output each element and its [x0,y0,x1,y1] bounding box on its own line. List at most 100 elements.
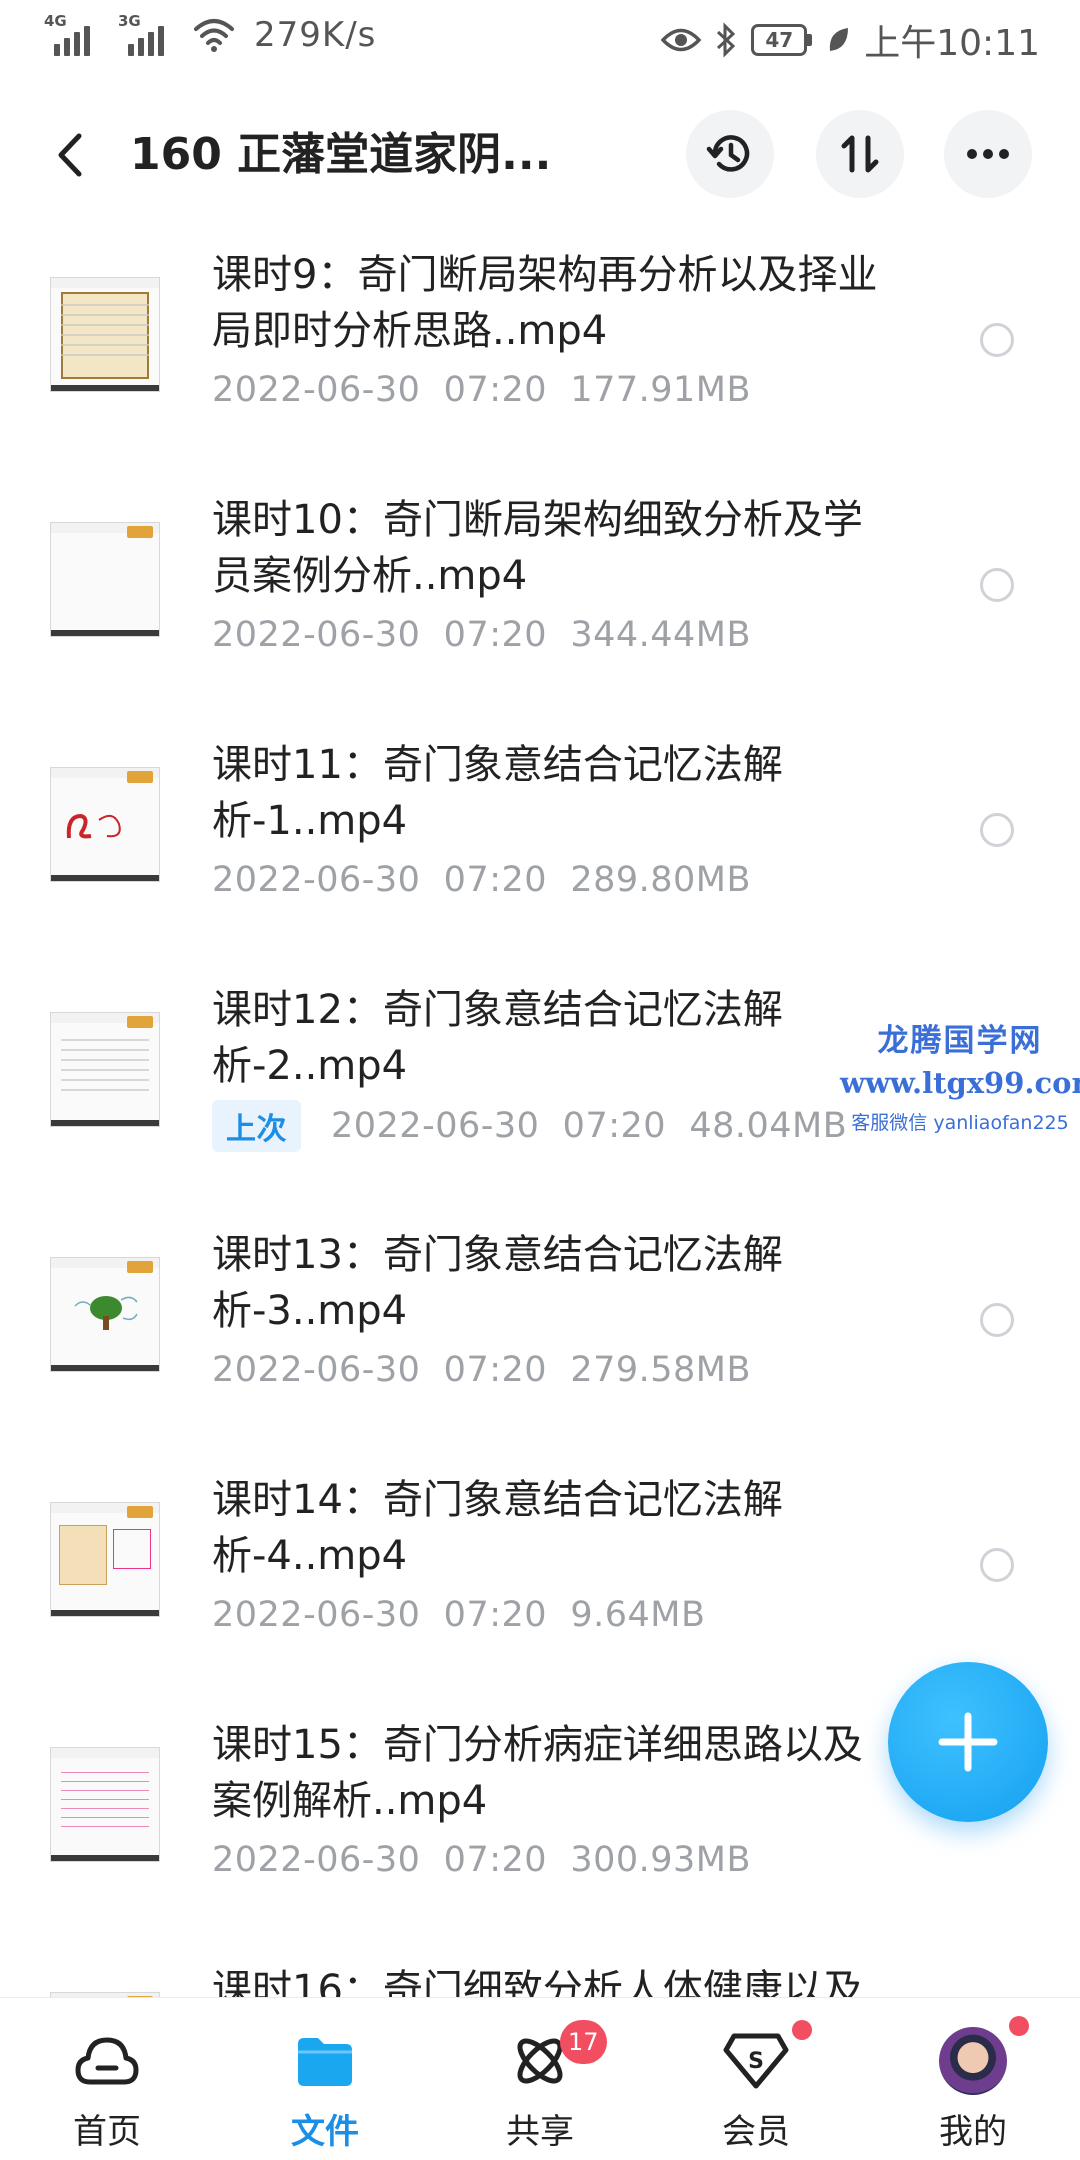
file-date: 2022-06-30 [212,1840,421,1880]
file-name: 课时10：奇门断局架构细致分析及学 员案例分析..mp4 [212,497,863,599]
file-row[interactable]: 课时9：奇门断局架构再分析以及择业 局即时分析思路..mp4 2022-06-3… [0,235,1080,480]
back-button[interactable] [40,120,100,190]
nav-label: 会员 [722,2112,790,2152]
video-thumbnail [50,1012,160,1127]
eye-icon [661,28,702,52]
file-name: 课时15：奇门分析病症详细思路以及 案例解析..mp4 [212,1722,863,1824]
wifi-icon [194,19,234,52]
more-button[interactable] [944,110,1032,198]
select-checkbox[interactable] [980,1303,1014,1337]
file-date: 2022-06-30 [212,1350,421,1390]
file-row[interactable]: 课时10：奇门断局架构细致分析及学 员案例分析..mp4 2022-06-30 … [0,480,1080,725]
network-speed: 279K/s [254,15,377,55]
file-date: 2022-06-30 [212,370,421,410]
clock: 上午10:11 [864,23,1040,64]
cloud-icon [75,2037,139,2085]
svg-text:S: S [748,2049,764,2074]
history-button[interactable] [686,110,774,198]
select-checkbox[interactable] [980,1548,1014,1582]
file-meta: 2022-06-30 07:20 344.44MB [212,615,751,655]
file-time: 07:20 [443,1595,548,1635]
file-meta: 2022-06-30 07:20 289.80MB [212,860,751,900]
video-thumbnail [50,277,160,392]
nav-label: 我的 [939,2112,1007,2152]
file-row[interactable]: 课时16：奇门细致分析人体健康以及 [0,1950,1080,1997]
sort-icon [841,135,879,173]
nav-home[interactable]: 首页 [17,1998,197,2160]
nav-files[interactable]: 文件 [235,1998,415,2160]
file-size: 300.93MB [570,1840,751,1880]
more-icon [967,149,1009,159]
add-button[interactable] [888,1662,1048,1822]
video-thumbnail [50,1747,160,1862]
battery-icon: 47 [751,24,813,56]
watermark-title: 龙腾国学网 [877,1023,1043,1059]
vip-notification-dot [792,2020,812,2040]
status-bar: 4G 3G 279K/s 47 上午10:11 [0,0,1080,80]
watermark: 龙腾国学网 www.ltgx99.com 客服微信 yanliaofan225 [840,1015,1080,1135]
file-time: 07:20 [443,370,548,410]
bottom-navigation: 首页 文件 17 共享 S 会员 我的 [0,1997,1080,2160]
file-time: 07:20 [562,1106,667,1146]
file-size: 9.64MB [570,1595,706,1635]
file-name: 课时16：奇门细致分析人体健康以及 [212,1967,863,1997]
nav-label: 首页 [73,2112,141,2152]
nav-me[interactable]: 我的 [883,1998,1063,2160]
sort-button[interactable] [816,110,904,198]
chevron-left-icon [58,133,82,177]
file-meta: 2022-06-30 07:20 177.91MB [212,370,751,410]
file-date: 2022-06-30 [212,860,421,900]
file-meta: 2022-06-30 07:20 9.64MB [212,1595,705,1635]
page-title: 160 正藩堂道家阴... [130,129,552,180]
vip-diamond-icon: S [723,2033,789,2089]
nav-label: 共享 [506,2112,574,2152]
folder-icon [298,2038,352,2086]
cellular-signal-icon-2: 3G [118,12,174,56]
select-checkbox[interactable] [980,568,1014,602]
file-time: 07:20 [443,860,548,900]
file-row[interactable]: 课时14：奇门象意结合记忆法解 析-4..mp4 2022-06-30 07:2… [0,1460,1080,1705]
share-badge: 17 [560,2020,607,2064]
history-icon [706,135,750,172]
file-row[interactable]: 课时11：奇门象意结合记忆法解 析-1..mp4 2022-06-30 07:2… [0,725,1080,970]
video-thumbnail [50,522,160,637]
nav-share[interactable]: 17 共享 [450,1998,630,2160]
leaf-icon [830,28,849,51]
file-size: 344.44MB [570,615,751,655]
file-name: 课时11：奇门象意结合记忆法解 析-1..mp4 [212,742,783,844]
file-size: 279.58MB [570,1350,751,1390]
me-notification-dot [1009,2016,1029,2036]
bluetooth-icon [717,22,736,58]
file-size: 289.80MB [570,860,751,900]
file-time: 07:20 [443,1840,548,1880]
file-size: 48.04MB [689,1106,848,1146]
file-time: 07:20 [443,1350,548,1390]
video-thumbnail [50,1257,160,1372]
file-meta: 上次 2022-06-30 07:20 48.04MB [212,1100,847,1152]
file-date: 2022-06-30 [331,1106,540,1146]
last-played-badge: 上次 [212,1100,301,1152]
file-name: 课时14：奇门象意结合记忆法解 析-4..mp4 [212,1477,783,1579]
top-app-bar: 160 正藩堂道家阴... [0,100,1080,210]
file-size: 177.91MB [570,370,751,410]
file-date: 2022-06-30 [212,615,421,655]
file-date: 2022-06-30 [212,1595,421,1635]
nav-label: 文件 [291,2112,359,2152]
file-time: 07:20 [443,615,548,655]
file-name: 课时9：奇门断局架构再分析以及择业 局即时分析思路..mp4 [212,252,878,354]
watermark-url: www.ltgx99.com [840,1066,1080,1100]
select-checkbox[interactable] [980,813,1014,847]
file-name: 课时13：奇门象意结合记忆法解 析-3..mp4 [212,1232,783,1334]
file-name: 课时12：奇门象意结合记忆法解 析-2..mp4 [212,987,783,1089]
select-checkbox[interactable] [980,323,1014,357]
nav-vip[interactable]: S 会员 [666,1998,846,2160]
file-row[interactable]: 课时13：奇门象意结合记忆法解 析-3..mp4 2022-06-30 07:2… [0,1215,1080,1460]
battery-level: 47 [751,24,808,56]
video-thumbnail [50,1502,160,1617]
plus-icon [938,1712,998,1772]
cellular-signal-icon: 4G [44,12,100,56]
video-thumbnail [50,767,160,882]
watermark-wechat: 客服微信 yanliaofan225 [851,1112,1069,1134]
file-meta: 2022-06-30 07:20 279.58MB [212,1350,751,1390]
file-meta: 2022-06-30 07:20 300.93MB [212,1840,751,1880]
